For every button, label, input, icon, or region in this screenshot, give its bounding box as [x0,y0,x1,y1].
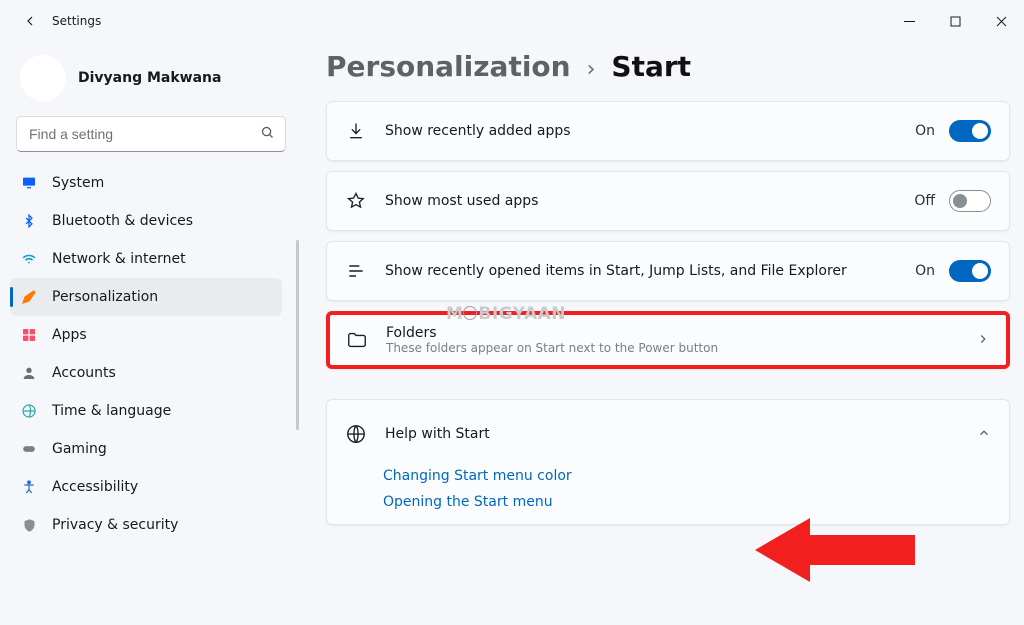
sidebar-item-label: Privacy & security [52,517,178,533]
minimize-icon [904,16,915,27]
globe-clock-icon [20,402,38,420]
chevron-up-icon [977,425,991,444]
sidebar-item-label: Accounts [52,365,116,381]
setting-recently-opened: Show recently opened items in Start, Jum… [326,241,1010,301]
sidebar-item-label: Network & internet [52,251,186,267]
sidebar-item-label: Personalization [52,289,158,305]
sidebar-item-time-language[interactable]: Time & language [10,392,282,430]
download-icon [345,120,367,142]
help-link[interactable]: Opening the Start menu [383,494,991,510]
breadcrumb-sep: › [587,57,596,82]
sidebar-item-system[interactable]: System [10,164,282,202]
person-icon [20,364,38,382]
sidebar: Divyang Makwana System Bluetooth & device… [0,42,298,625]
setting-folders[interactable]: Folders These folders appear on Start ne… [326,311,1010,369]
arrow-left-icon [22,13,38,29]
help-link[interactable]: Changing Start menu color [383,468,991,484]
toggle-state: On [915,263,935,279]
wifi-icon [20,250,38,268]
sidebar-scrollbar[interactable] [296,240,299,430]
toggle-state: On [915,123,935,139]
main-content: Personalization › Start Show recently ad… [298,42,1024,625]
search-input[interactable] [27,125,252,143]
minimize-button[interactable] [886,6,932,36]
breadcrumb-parent[interactable]: Personalization [326,50,571,83]
toggle-state: Off [914,193,935,209]
help-links: Changing Start menu color Opening the Sta… [327,468,1009,524]
sidebar-item-label: Apps [52,327,87,343]
sidebar-item-label: Accessibility [52,479,138,495]
sidebar-nav: System Bluetooth & devices Network & inter… [10,164,292,544]
search-box[interactable] [16,116,286,152]
setting-label: Show recently opened items in Start, Jum… [385,263,847,279]
sidebar-item-label: Bluetooth & devices [52,213,193,229]
close-button[interactable] [978,6,1024,36]
sidebar-item-accounts[interactable]: Accounts [10,354,282,392]
close-icon [996,16,1007,27]
sidebar-item-gaming[interactable]: Gaming [10,430,282,468]
sidebar-item-label: Gaming [52,441,107,457]
breadcrumb: Personalization › Start [326,50,1010,83]
sidebar-item-accessibility[interactable]: Accessibility [10,468,282,506]
monitor-icon [20,174,38,192]
sidebar-item-apps[interactable]: Apps [10,316,282,354]
folder-icon [346,329,368,351]
setting-recently-added: Show recently added apps On [326,101,1010,161]
toggle-most-used[interactable] [949,190,991,212]
avatar [20,55,66,101]
star-icon [345,190,367,212]
help-header-label: Help with Start [385,426,490,442]
setting-label: Show recently added apps [385,123,571,139]
apps-icon [20,326,38,344]
titlebar: Settings [0,0,1024,42]
chevron-right-icon [976,331,990,350]
back-button[interactable] [12,6,42,36]
shield-icon [20,516,38,534]
profile[interactable]: Divyang Makwana [10,52,292,110]
breadcrumb-current: Start [611,50,691,83]
paint-icon [20,288,38,306]
toggle-recently-opened[interactable] [949,260,991,282]
search-icon [260,125,275,144]
setting-sublabel: These folders appear on Start next to th… [386,341,718,355]
sidebar-item-label: Time & language [52,403,171,419]
list-icon [345,260,367,282]
profile-name: Divyang Makwana [78,70,221,86]
sidebar-item-privacy-security[interactable]: Privacy & security [10,506,282,544]
sidebar-item-personalization[interactable]: Personalization [10,278,282,316]
help-with-start: Help with Start Changing Start menu colo… [326,399,1010,525]
help-header-row[interactable]: Help with Start [327,400,1009,468]
sidebar-item-label: System [52,175,104,191]
maximize-icon [950,16,961,27]
setting-most-used: Show most used apps Off [326,171,1010,231]
window-title: Settings [52,14,101,28]
bluetooth-icon [20,212,38,230]
sidebar-item-network-internet[interactable]: Network & internet [10,240,282,278]
sidebar-item-bluetooth-devices[interactable]: Bluetooth & devices [10,202,282,240]
toggle-recently-added[interactable] [949,120,991,142]
setting-label: Show most used apps [385,193,538,209]
globe-help-icon [345,423,367,445]
maximize-button[interactable] [932,6,978,36]
setting-label: Folders [386,325,718,341]
gamepad-icon [20,440,38,458]
accessibility-icon [20,478,38,496]
